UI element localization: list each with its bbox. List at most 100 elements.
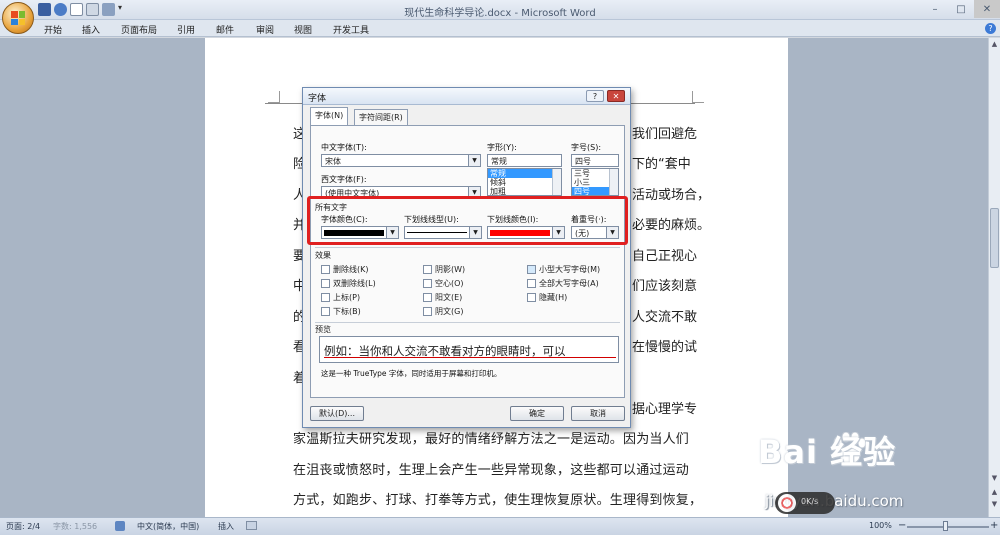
all-caps-checkbox[interactable]: 全部大写字母(A): [527, 278, 599, 289]
chevron-down-icon[interactable]: ▼: [606, 227, 618, 238]
tab-character-spacing[interactable]: 字符间距(R): [354, 109, 408, 125]
zoom-level[interactable]: 100%: [869, 521, 892, 530]
list-item[interactable]: 加粗: [488, 187, 561, 195]
hidden-checkbox[interactable]: 隐藏(H): [527, 292, 567, 303]
undo-icon[interactable]: [54, 3, 67, 16]
list-item[interactable]: 常规: [488, 169, 561, 178]
small-caps-checkbox[interactable]: 小型大写字母(M): [527, 264, 600, 275]
engrave-checkbox[interactable]: 阴文(G): [423, 306, 463, 317]
style-value: 常规: [491, 157, 507, 166]
emphasis-label: 着重号(·):: [571, 215, 607, 224]
scroll-thumb[interactable]: [990, 208, 999, 268]
save-icon[interactable]: [38, 3, 51, 16]
tab-mailings[interactable]: 邮件: [216, 23, 234, 36]
emphasis-combo[interactable]: (无) ▼: [571, 226, 619, 239]
doc-line-fragment: 我们回避危: [632, 127, 698, 142]
dialog-title: 字体: [308, 94, 327, 104]
ok-button[interactable]: 确定: [510, 406, 564, 421]
minimize-button[interactable]: –: [922, 0, 948, 18]
size-value: 四号: [575, 157, 591, 166]
west-font-value: (使用中文字体): [325, 189, 380, 198]
chevron-down-icon[interactable]: ▼: [386, 227, 398, 238]
doc-line: 在沮丧或愤怒时，生理上会产生一些异常现象，这些都可以通过运动: [293, 463, 690, 478]
underline-type-picker[interactable]: ▼: [404, 226, 482, 239]
tab-review[interactable]: 审阅: [256, 23, 274, 36]
subscript-checkbox[interactable]: 下标(B): [321, 306, 361, 317]
double-strikethrough-checkbox[interactable]: 双删除线(L): [321, 278, 376, 289]
style-list[interactable]: 常规 倾斜 加粗: [487, 168, 562, 196]
underline-color-picker[interactable]: ▼: [487, 226, 565, 239]
word-count[interactable]: 字数: 1,556: [53, 521, 97, 532]
language-indicator[interactable]: 中文(简体，中国): [137, 521, 199, 532]
tab-page-layout[interactable]: 页面布局: [121, 23, 157, 36]
macro-record-icon[interactable]: [246, 521, 257, 530]
print-preview-icon[interactable]: [86, 3, 99, 16]
all-text-section-title: 所有文字: [315, 203, 347, 212]
preview-box: 例如：当你和人交流不敢看对方的眼睛时，可以: [319, 336, 619, 363]
doc-line-fragment: 活动或场合，: [632, 188, 711, 203]
effects-section-title: 效果: [315, 251, 331, 260]
doc-line-fragment: 据心理学专: [632, 402, 698, 417]
doc-line-fragment: 人交流不敢: [632, 310, 698, 325]
west-font-combo[interactable]: (使用中文字体) ▼: [321, 186, 481, 199]
underline-sample: [407, 232, 467, 233]
zoom-out-icon[interactable]: −: [898, 520, 906, 531]
font-color-picker[interactable]: ▼: [321, 226, 399, 239]
tab-developer[interactable]: 开发工具: [333, 23, 369, 36]
tab-home[interactable]: 开始: [44, 23, 62, 36]
doc-line-fragment: 们应该刻意: [632, 279, 698, 294]
list-item[interactable]: 倾斜: [488, 178, 561, 187]
chevron-down-icon[interactable]: ▼: [552, 227, 564, 238]
emboss-checkbox[interactable]: 阳文(E): [423, 292, 462, 303]
tab-view[interactable]: 视图: [294, 23, 312, 36]
zoom-slider[interactable]: [907, 526, 989, 528]
chevron-down-icon[interactable]: ▼: [468, 187, 480, 198]
repeat-icon[interactable]: [102, 3, 115, 16]
size-list[interactable]: 三号 小三 四号: [571, 168, 619, 196]
strikethrough-checkbox[interactable]: 删除线(K): [321, 264, 369, 275]
chevron-down-icon[interactable]: ▼: [468, 155, 480, 166]
tab-insert[interactable]: 插入: [82, 23, 100, 36]
zoom-slider-knob[interactable]: [943, 521, 948, 531]
zoom-in-icon[interactable]: +: [990, 520, 998, 531]
help-icon[interactable]: ?: [985, 23, 996, 34]
cn-font-combo[interactable]: 宋体 ▼: [321, 154, 481, 167]
list-scrollbar[interactable]: [552, 169, 561, 195]
new-icon[interactable]: [70, 3, 83, 16]
outline-checkbox[interactable]: 空心(O): [423, 278, 464, 289]
preview-section-title: 预览: [315, 325, 331, 334]
proofing-icon[interactable]: [115, 521, 125, 531]
header-corner-right: [692, 91, 704, 103]
underline-color-swatch: [490, 230, 550, 236]
page-indicator[interactable]: 页面: 2/4: [6, 521, 40, 532]
watermark-logo: Bai 经验: [758, 433, 897, 471]
font-dialog: 字体 ? ✕ 字体(N) 字符间距(R) 中文字体(T): 宋体 ▼ 西文字体(…: [302, 87, 631, 428]
window-title: 现代生命科学导论.docx - Microsoft Word: [404, 8, 596, 19]
style-input[interactable]: 常规: [487, 154, 562, 167]
cn-font-label: 中文字体(T):: [321, 143, 367, 152]
doc-line-fragment: 必要的麻烦。: [632, 218, 711, 233]
underline-type-label: 下划线线型(U):: [404, 215, 459, 224]
shadow-checkbox[interactable]: 阴影(W): [423, 264, 465, 275]
chevron-down-icon[interactable]: ▼: [469, 227, 481, 238]
size-input[interactable]: 四号: [571, 154, 619, 167]
dialog-close-button[interactable]: ✕: [607, 90, 625, 102]
close-button[interactable]: ✕: [974, 0, 1000, 18]
truetype-note: 这是一种 TrueType 字体，同时适用于屏幕和打印机。: [321, 369, 502, 378]
list-scrollbar[interactable]: [609, 169, 618, 195]
insert-mode[interactable]: 插入: [218, 521, 234, 532]
status-bar: 页面: 2/4 字数: 1,556 中文(简体，中国) 插入 100% − +: [0, 517, 1000, 535]
dialog-help-button[interactable]: ?: [586, 90, 604, 102]
underline-color-label: 下划线颜色(I):: [487, 215, 539, 224]
maximize-button[interactable]: □: [948, 0, 974, 18]
cancel-button[interactable]: 取消: [571, 406, 625, 421]
globe-icon: [778, 494, 796, 512]
tab-font[interactable]: 字体(N): [310, 107, 349, 125]
office-button[interactable]: [2, 2, 34, 34]
scroll-up-icon[interactable]: ▲: [990, 40, 999, 50]
default-button[interactable]: 默认(D)...: [310, 406, 364, 421]
superscript-checkbox[interactable]: 上标(P): [321, 292, 360, 303]
tab-references[interactable]: 引用: [177, 23, 195, 36]
emphasis-value: (无): [575, 229, 590, 238]
customize-qat-icon[interactable]: ▾: [118, 3, 126, 16]
